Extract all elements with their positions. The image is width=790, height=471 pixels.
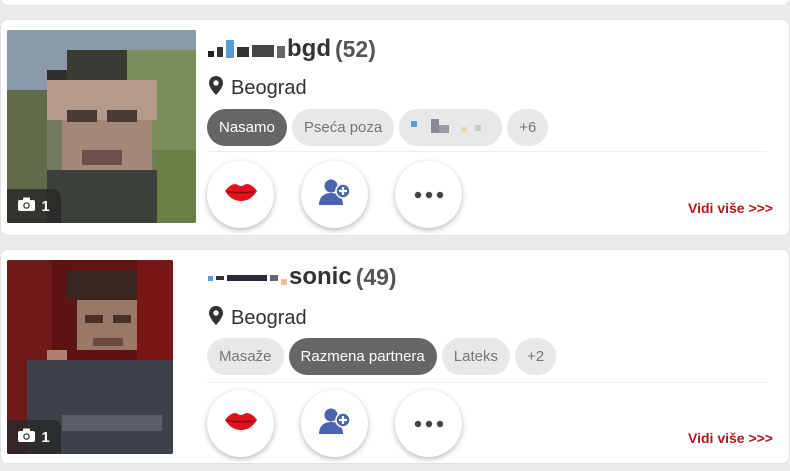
kiss-button[interactable] — [207, 161, 274, 228]
tag-pseca-poza[interactable]: Pseća poza — [291, 109, 395, 146]
redacted-username-part — [208, 40, 285, 58]
add-user-icon — [318, 178, 352, 211]
preference-tags: Nasamo Pseća poza +6 — [207, 109, 549, 146]
previous-card-bottom — [0, 0, 790, 6]
tag-more-count[interactable]: +2 — [514, 338, 557, 375]
add-friend-button[interactable] — [301, 390, 368, 457]
photo-count: 1 — [41, 428, 50, 446]
more-options-button[interactable] — [395, 161, 462, 228]
tag-razmena-partnera[interactable]: Razmena partnera — [288, 338, 437, 375]
tag-nasamo[interactable]: Nasamo — [207, 109, 287, 146]
redacted-username-part — [208, 269, 287, 285]
profile-card[interactable]: 1 sonic (49) Beograd Masaže Razmena part… — [0, 249, 790, 464]
view-more-link[interactable]: Vidi više >>> — [688, 430, 773, 446]
tag-masaze[interactable]: Masaže — [207, 338, 284, 375]
action-buttons — [207, 390, 462, 457]
lips-icon — [224, 411, 258, 436]
preference-tags: Masaže Razmena partnera Lateks +2 — [207, 338, 557, 375]
photo-count-badge[interactable]: 1 — [7, 189, 61, 223]
age: (49) — [355, 263, 397, 290]
divider — [207, 151, 767, 152]
profile-photo[interactable]: 1 — [7, 260, 173, 454]
profile-name[interactable]: bgd (52) — [208, 34, 376, 64]
profile-photo[interactable]: 1 — [7, 30, 196, 223]
ellipsis-icon — [414, 415, 444, 433]
profile-card[interactable]: 1 bgd (52) Beograd Nasamo Pseća poza +6 … — [0, 19, 790, 236]
action-buttons — [207, 161, 462, 228]
camera-icon — [18, 428, 36, 446]
ellipsis-icon — [414, 186, 444, 204]
kiss-button[interactable] — [207, 390, 274, 457]
add-friend-button[interactable] — [301, 161, 368, 228]
more-options-button[interactable] — [395, 390, 462, 457]
location: Beograd — [209, 76, 307, 101]
profile-name[interactable]: sonic (49) — [208, 262, 397, 292]
tag-redacted[interactable] — [399, 109, 503, 146]
camera-icon — [18, 197, 36, 215]
divider — [207, 382, 767, 383]
tag-more-count[interactable]: +6 — [507, 109, 549, 146]
tag-lateks[interactable]: Lateks — [441, 338, 510, 375]
username: bgd — [287, 35, 331, 62]
map-pin-icon — [209, 76, 223, 101]
view-more-link[interactable]: Vidi više >>> — [688, 200, 773, 216]
lips-icon — [224, 182, 258, 207]
username: sonic — [289, 263, 352, 290]
photo-count-badge[interactable]: 1 — [7, 420, 61, 454]
map-pin-icon — [209, 306, 223, 331]
location-label: Beograd — [231, 77, 307, 99]
add-user-icon — [318, 407, 352, 440]
photo-count: 1 — [41, 197, 50, 215]
age: (52) — [334, 35, 376, 62]
location-label: Beograd — [231, 307, 307, 329]
location: Beograd — [209, 306, 307, 331]
